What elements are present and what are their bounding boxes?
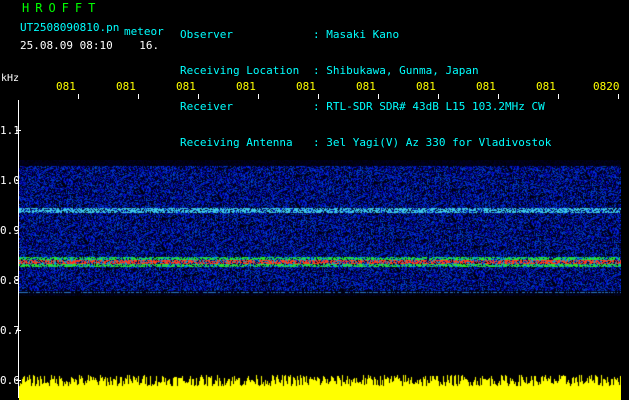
x-tick <box>378 94 379 99</box>
time-label: 081 <box>116 80 136 93</box>
time-label: 0820 <box>593 80 620 93</box>
signal-level-bars <box>19 370 621 400</box>
time-label: 081 <box>296 80 316 93</box>
x-tick <box>258 94 259 99</box>
x-tick <box>318 94 319 99</box>
info-value-observer: : Masaki Kano <box>313 28 400 41</box>
timestamp: 25.08.09 08:10 16. <box>20 40 159 52</box>
x-tick <box>618 94 619 99</box>
app-title: HROFFT <box>22 1 102 15</box>
count-value: 16. <box>139 39 160 52</box>
time-label: 081 <box>476 80 496 93</box>
time-label: 081 <box>56 80 76 93</box>
x-tick <box>498 94 499 99</box>
time-label: 081 <box>236 80 256 93</box>
info-label-location: Receiving Location <box>180 64 300 77</box>
info-label-observer: Observer <box>180 28 233 41</box>
time-label: 081 <box>416 80 436 93</box>
time-label: 081 <box>356 80 376 93</box>
hrofft-window: HROFFT UT2508090810.pn meteor 25.08.09 0… <box>0 0 629 400</box>
spectrogram <box>19 160 621 296</box>
file-name: UT2508090810.pn <box>20 21 120 34</box>
x-tick <box>138 94 139 99</box>
x-tick <box>438 94 439 99</box>
timestamp-value: 25.08.09 08:10 <box>20 39 113 52</box>
x-tick <box>198 94 199 99</box>
time-label: 081 <box>536 80 556 93</box>
time-label: 081 <box>176 80 196 93</box>
y-axis-unit: kHz <box>1 73 20 84</box>
x-tick <box>558 94 559 99</box>
x-tick <box>78 94 79 99</box>
meteor-label: meteor <box>124 25 164 38</box>
info-value-location: : Shibukawa, Gunma, Japan <box>313 64 479 77</box>
